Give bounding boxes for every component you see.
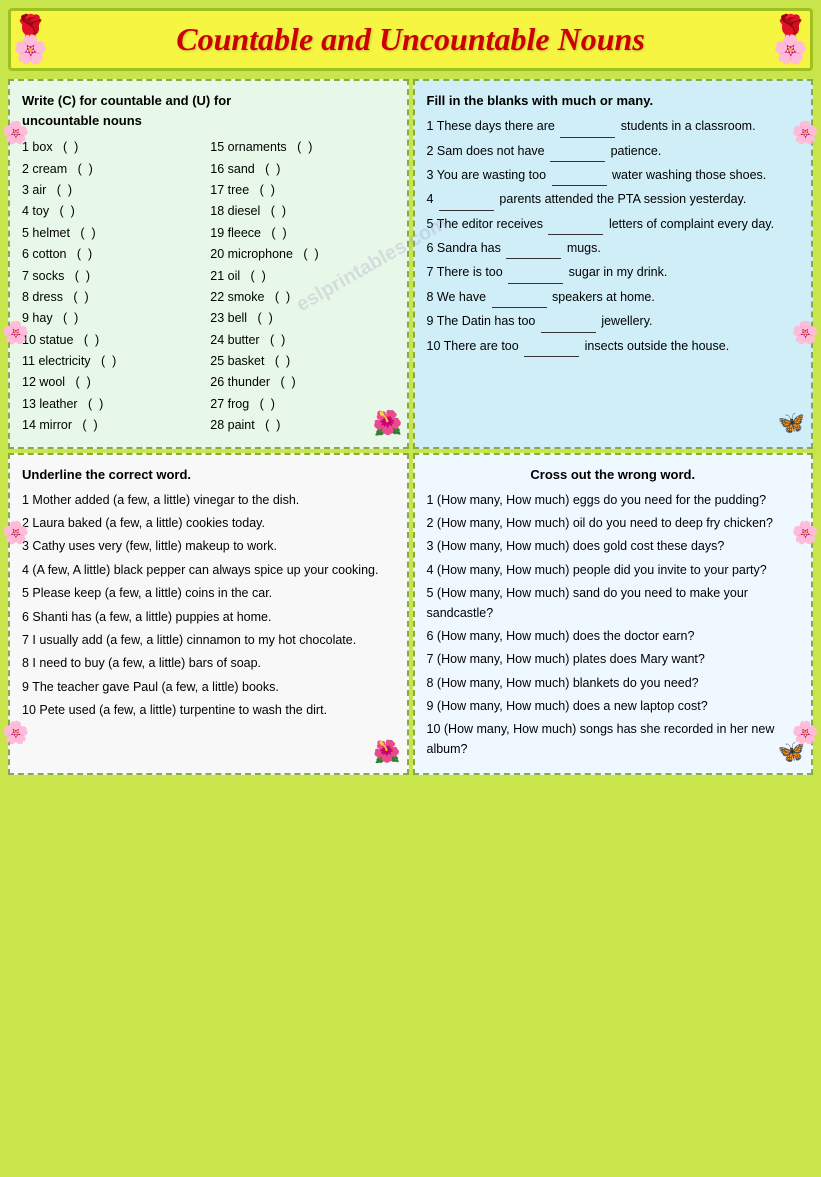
noun-item: 5 helmet ( )	[22, 223, 206, 244]
crossout-item: 6 (How many, How much) does the doctor e…	[427, 627, 800, 646]
section1-instruction: Write (C) for countable and (U) foruncou…	[22, 91, 395, 131]
noun-item: 28 paint ( )	[210, 415, 394, 436]
crossout-item: 8 (How many, How much) blankets do you n…	[427, 674, 800, 693]
fill-item: 6 Sandra has mugs.	[427, 239, 800, 259]
noun-item: 16 sand ( )	[210, 159, 394, 180]
noun-item: 3 air ( )	[22, 180, 206, 201]
blank	[439, 190, 494, 210]
blank	[524, 337, 579, 357]
top-row: Write (C) for countable and (U) foruncou…	[8, 79, 813, 449]
noun-item: 17 tree ( )	[210, 180, 394, 201]
flower-deco: 🌺	[373, 405, 403, 442]
blank	[541, 312, 596, 332]
blank	[552, 166, 607, 186]
section2-panel: Fill in the blanks with much or many. 1 …	[413, 79, 814, 449]
blank	[548, 215, 603, 235]
blank	[492, 288, 547, 308]
page-header: 🌹 🌹 Countable and Uncountable Nouns 🌸 🌸	[8, 8, 813, 71]
noun-item: 14 mirror ( )	[22, 415, 206, 436]
fill-item: 8 We have speakers at home.	[427, 288, 800, 308]
blank	[560, 117, 615, 137]
blank	[508, 263, 563, 283]
fill-item: 10 There are too insects outside the hou…	[427, 337, 800, 357]
noun-item: 27 frog ( )	[210, 394, 394, 415]
noun-item: 18 diesel ( )	[210, 201, 394, 222]
noun-item: 6 cotton ( )	[22, 244, 206, 265]
noun-item: 12 wool ( )	[22, 372, 206, 393]
noun-item: 2 cream ( )	[22, 159, 206, 180]
butterfly-deco: 🦋	[778, 406, 805, 440]
fill-item: 5 The editor receives letters of complai…	[427, 215, 800, 235]
underline-item: 4 (A few, A little) black pepper can alw…	[22, 561, 395, 580]
noun-item: 7 socks ( )	[22, 266, 206, 287]
blank	[550, 142, 605, 162]
noun-item: 19 fleece ( )	[210, 223, 394, 244]
side-deco-left4: 🌸	[2, 720, 29, 746]
noun-item: 26 thunder ( )	[210, 372, 394, 393]
noun-item: 23 bell ( )	[210, 308, 394, 329]
underline-item: 9 The teacher gave Paul (a few, a little…	[22, 678, 395, 697]
noun-col-left: 1 box ( ) 2 cream ( ) 3 air ( ) 4 toy ( …	[22, 137, 206, 436]
crossout-item: 1 (How many, How much) eggs do you need …	[427, 491, 800, 510]
flower-icon-br: 🌸	[773, 33, 808, 66]
noun-item: 25 basket ( )	[210, 351, 394, 372]
side-deco-left3: 🌸	[2, 520, 29, 546]
crossout-item: 2 (How many, How much) oil do you need t…	[427, 514, 800, 533]
noun-item: 9 hay ( )	[22, 308, 206, 329]
noun-item: 15 ornaments ( )	[210, 137, 394, 158]
noun-item: 1 box ( )	[22, 137, 206, 158]
noun-item: 10 statue ( )	[22, 330, 206, 351]
noun-list: 1 box ( ) 2 cream ( ) 3 air ( ) 4 toy ( …	[22, 137, 395, 436]
crossout-item: 5 (How many, How much) sand do you need …	[427, 584, 800, 623]
fill-item: 7 There is too sugar in my drink.	[427, 263, 800, 283]
fill-item: 3 You are wasting too water washing thos…	[427, 166, 800, 186]
underline-item: 7 I usually add (a few, a little) cinnam…	[22, 631, 395, 650]
crossout-item: 4 (How many, How much) people did you in…	[427, 561, 800, 580]
noun-item: 21 oil ( )	[210, 266, 394, 287]
crossout-item: 3 (How many, How much) does gold cost th…	[427, 537, 800, 556]
section1-panel: Write (C) for countable and (U) foruncou…	[8, 79, 409, 449]
underline-item: 5 Please keep (a few, a little) coins in…	[22, 584, 395, 603]
bottom-row: Underline the correct word. 1 Mother add…	[8, 453, 813, 776]
crossout-item: 9 (How many, How much) does a new laptop…	[427, 697, 800, 716]
underline-item: 2 Laura baked (a few, a little) cookies …	[22, 514, 395, 533]
underline-item: 3 Cathy uses very (few, little) makeup t…	[22, 537, 395, 556]
side-deco-right3: 🌸	[792, 520, 819, 546]
fill-item: 2 Sam does not have patience.	[427, 142, 800, 162]
underline-item: 6 Shanti has (a few, a little) puppies a…	[22, 608, 395, 627]
side-deco-right2: 🌸	[792, 320, 819, 346]
underline-item: 8 I need to buy (a few, a little) bars o…	[22, 654, 395, 673]
side-deco-left: 🌸	[2, 120, 29, 146]
noun-item: 22 smoke ( )	[210, 287, 394, 308]
noun-item: 4 toy ( )	[22, 201, 206, 222]
section4-instruction: Cross out the wrong word.	[427, 465, 800, 485]
crossout-item: 7 (How many, How much) plates does Mary …	[427, 650, 800, 669]
fill-item: 9 The Datin has too jewellery.	[427, 312, 800, 332]
side-deco-right4: 🌸	[792, 720, 819, 746]
noun-col-right: 15 ornaments ( ) 16 sand ( ) 17 tree ( )…	[210, 137, 394, 436]
section4-panel: Cross out the wrong word. 1 (How many, H…	[413, 453, 814, 776]
crossout-item: 10 (How many, How much) songs has she re…	[427, 720, 800, 759]
noun-item: 8 dress ( )	[22, 287, 206, 308]
section3-instruction: Underline the correct word.	[22, 465, 395, 485]
fill-item: 1 These days there are students in a cla…	[427, 117, 800, 137]
noun-item: 11 electricity ( )	[22, 351, 206, 372]
underline-item: 1 Mother added (a few, a little) vinegar…	[22, 491, 395, 510]
flower-icon-bl: 🌸	[13, 33, 48, 66]
page-title: Countable and Uncountable Nouns	[26, 21, 795, 58]
section3-panel: Underline the correct word. 1 Mother add…	[8, 453, 409, 776]
underline-item: 10 Pete used (a few, a little) turpentin…	[22, 701, 395, 720]
flower-deco-bottom: 🌺	[373, 735, 400, 769]
fill-item: 4 parents attended the PTA session yeste…	[427, 190, 800, 210]
noun-item: 24 butter ( )	[210, 330, 394, 351]
side-deco-left2: 🌸	[2, 320, 29, 346]
noun-item: 20 microphone ( )	[210, 244, 394, 265]
noun-item: 13 leather ( )	[22, 394, 206, 415]
blank	[506, 239, 561, 259]
section2-instruction: Fill in the blanks with much or many.	[427, 91, 800, 111]
side-deco-right: 🌸	[792, 120, 819, 146]
